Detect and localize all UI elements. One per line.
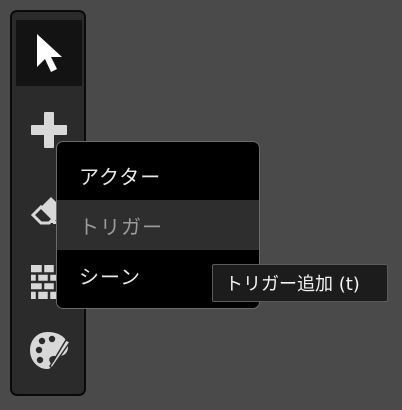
palette-icon: [30, 332, 72, 370]
shortcut-tooltip: トリガー追加 (t): [212, 264, 388, 302]
select-tool-button[interactable]: [16, 20, 82, 86]
menu-item-actor[interactable]: アクター: [57, 150, 259, 200]
pointer-icon: [37, 34, 62, 72]
paint-tool-button[interactable]: [16, 318, 82, 384]
menu-item-trigger[interactable]: トリガー: [57, 200, 259, 250]
